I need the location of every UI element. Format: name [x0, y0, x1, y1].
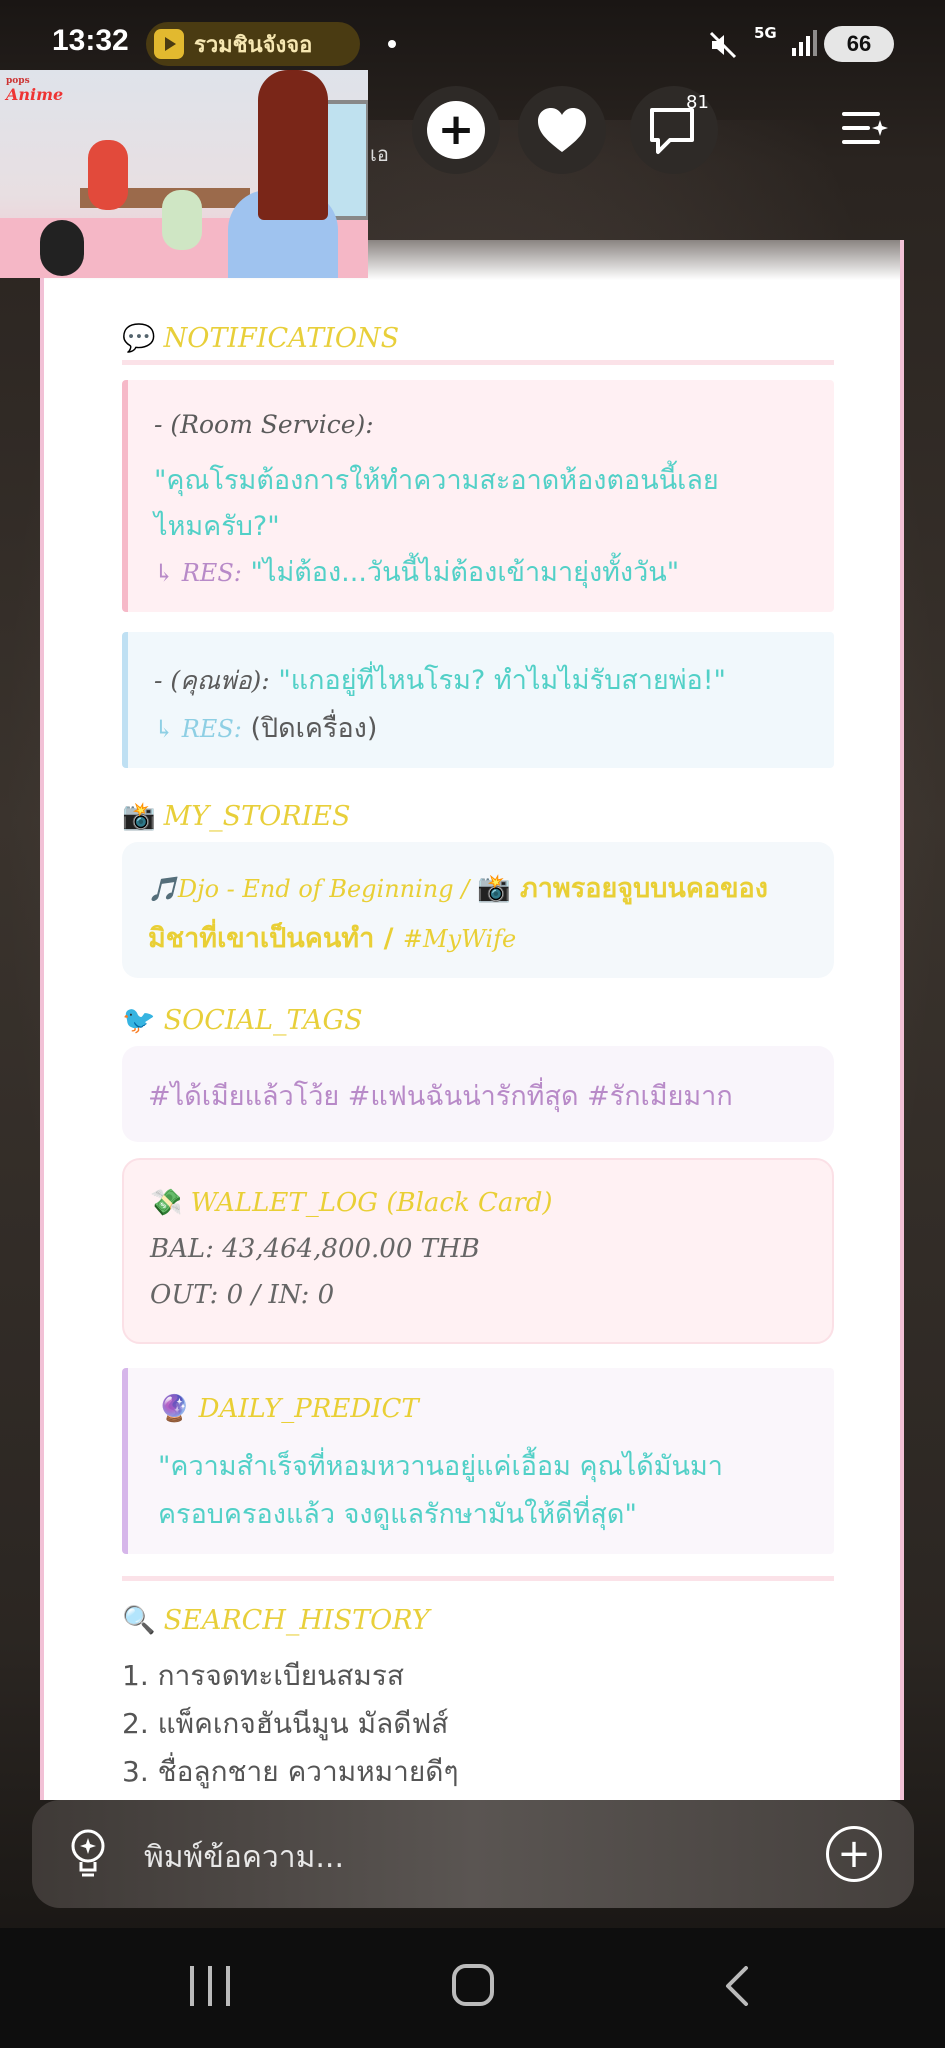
sparkle-icon — [872, 120, 888, 136]
message-input-bar[interactable]: พิมพ์ข้อความ... + — [32, 1800, 914, 1908]
mute-icon — [708, 30, 738, 67]
character-status-card[interactable]: 💬 NOTIFICATIONS - (Room Service): "คุณโรม… — [40, 240, 904, 1800]
message-input[interactable]: พิมพ์ข้อความ... — [144, 1834, 344, 1881]
battery-level: 66 — [846, 31, 872, 56]
magnifier-icon: 🔍 — [122, 1605, 156, 1636]
story-line-1: 🎵Djo - End of Beginning / 📸 ภาพรอยจูบบนค… — [148, 866, 768, 909]
stories-title: 📸 MY_STORIES — [122, 801, 351, 832]
live-activity-pill[interactable]: รวมชินจังจอ — [146, 22, 360, 66]
speech-bubble-icon: 💬 — [122, 323, 156, 354]
like-button[interactable] — [518, 86, 606, 174]
social-tags: #ได้เมียแล้วโว้ย #แฟนฉันน่ารักที่สุด #รั… — [148, 1081, 733, 1112]
battery-indicator: 66 — [824, 26, 894, 62]
home-button[interactable] — [452, 1964, 494, 2006]
notification-message-cont: ไหมครับ?" — [154, 511, 280, 542]
story-hashtag: #MyWife — [402, 925, 517, 953]
money-icon: 💸 — [150, 1188, 183, 1218]
notification-response: ↳ RES: (ปิดเครื่อง) — [154, 713, 378, 744]
live-activity-label: รวมชินจังจอ — [194, 32, 313, 58]
search-history-item: 1. การจดทะเบียนสมรส — [122, 1659, 404, 1692]
story-photo: 📸 ภาพรอยจูบบนคอของ — [476, 873, 768, 904]
daily-predict-text: "ความสำเร็จที่หอมหวานอยู่แค่เอื้อม คุณได… — [158, 1451, 723, 1482]
notification-message: "คุณโรมต้องการให้ทำความสะอาดห้องตอนนี้เล… — [154, 465, 719, 496]
recent-apps-button[interactable] — [190, 1966, 230, 2006]
bird-icon: 🐦 — [122, 1005, 156, 1036]
notification-item: - (คุณพ่อ): "แกอยู่ที่ไหนโรม? ทำไมไม่รับ… — [122, 632, 834, 768]
social-tags-box: #ได้เมียแล้วโว้ย #แฟนฉันน่ารักที่สุด #รั… — [122, 1046, 834, 1142]
picture-in-picture-video[interactable]: pops Anime — [0, 70, 368, 278]
wallet-flow: OUT: 0 / IN: 0 — [150, 1280, 335, 1310]
back-button[interactable] — [722, 1966, 752, 2006]
plus-icon: + — [427, 101, 485, 159]
notification-item: - (Room Service): "คุณโรมต้องการให้ทำควา… — [122, 380, 834, 612]
wallet-box: 💸 WALLET_LOG (Black Card) BAL: 43,464,80… — [122, 1158, 834, 1344]
partially-hidden-text: เอ — [370, 142, 389, 166]
divider — [122, 1576, 834, 1581]
search-history-item: 2. แพ็คเกจฮันนีมูน มัลดีฟส์ — [122, 1707, 449, 1740]
notification-dot-icon — [388, 40, 396, 48]
signal-icon — [792, 30, 817, 56]
menu-button[interactable] — [838, 106, 888, 152]
plus-icon: + — [837, 1831, 871, 1877]
daily-predict-title: 🔮 DAILY_PREDICT — [158, 1394, 419, 1424]
story-song: 🎵Djo - End of Beginning / — [148, 875, 477, 903]
search-history-item: 3. ชื่อลูกชาย ความหมายดีๆ — [122, 1755, 459, 1788]
heart-icon — [538, 108, 586, 152]
story-line-2: มิชาที่เขาเป็นคนทำ / #MyWife — [148, 923, 517, 954]
daily-predict-box: 🔮 DAILY_PREDICT "ความสำเร็จที่หอมหวานอยู… — [122, 1368, 834, 1554]
social-tags-title: 🐦 SOCIAL_TAGS — [122, 1005, 363, 1036]
clock: 13:32 — [52, 24, 129, 57]
network-type-label: 5G — [754, 24, 777, 42]
lightbulb-icon[interactable] — [68, 1828, 108, 1880]
camera-icon: 📸 — [122, 801, 156, 832]
wallet-balance: BAL: 43,464,800.00 THB — [150, 1234, 480, 1264]
daily-predict-text-cont: ครอบครองแล้ว จงดูแลรักษามันให้ดีที่สุด" — [158, 1499, 637, 1530]
notification-response: ↳ RES: "ไม่ต้อง...วันนี้ไม่ต้องเข้ามายุ่… — [154, 557, 680, 588]
divider — [122, 360, 834, 365]
stories-box: 🎵Djo - End of Beginning / 📸 ภาพรอยจูบบนค… — [122, 842, 834, 978]
search-history-title: 🔍 SEARCH_HISTORY — [122, 1605, 430, 1636]
play-icon — [154, 29, 184, 59]
add-attachment-button[interactable]: + — [826, 1826, 882, 1882]
channel-logo: pops Anime — [6, 76, 64, 104]
notification-line: - (คุณพ่อ): "แกอยู่ที่ไหนโรม? ทำไมไม่รับ… — [154, 658, 726, 701]
crystal-ball-icon: 🔮 — [158, 1394, 191, 1424]
notification-message: "แกอยู่ที่ไหนโรม? ทำไมไม่รับสายพ่อ!" — [278, 665, 726, 696]
system-navigation-bar — [0, 1928, 945, 2048]
notification-sender: - (คุณพ่อ): — [154, 666, 270, 695]
wallet-title: 💸 WALLET_LOG (Black Card) — [150, 1188, 553, 1218]
notifications-title: 💬 NOTIFICATIONS — [122, 323, 400, 354]
notification-sender: - (Room Service): — [154, 410, 374, 439]
add-button[interactable]: + — [412, 86, 500, 174]
comments-count-badge: 81 — [686, 92, 709, 113]
